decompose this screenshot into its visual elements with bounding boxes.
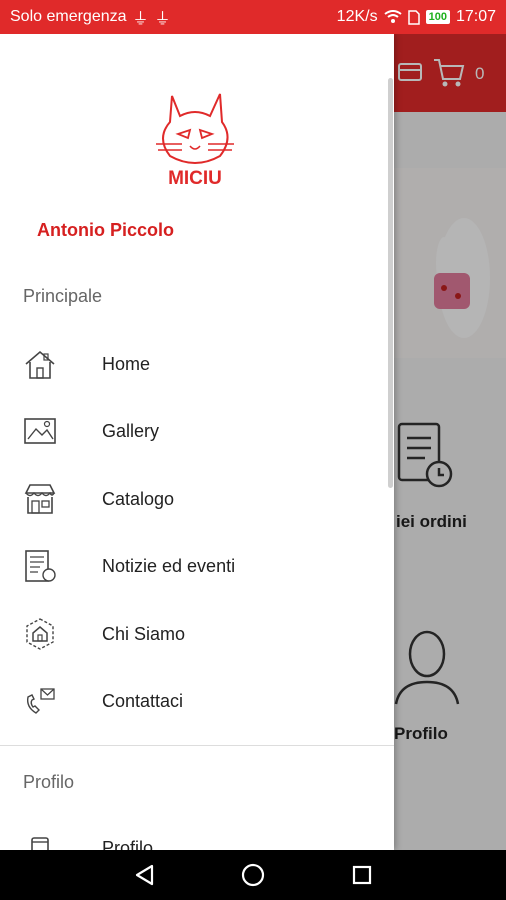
usb-icon: ⏚	[154, 11, 171, 28]
carrier-text: Solo emergenza	[10, 8, 127, 25]
miciu-logo: MICIU	[156, 93, 234, 188]
section-title-profilo: Profilo	[23, 772, 75, 792]
battery-icon: 100	[425, 10, 450, 24]
section-title-principale: Principale	[23, 286, 103, 306]
menu-label-home: Home	[102, 353, 151, 374]
menu-label-catalogo: Catalogo	[102, 488, 175, 509]
store-icon	[24, 484, 56, 514]
drawer-scrollbar[interactable]	[388, 78, 393, 488]
menu-label-contattaci: Contattaci	[102, 690, 184, 711]
navigation-bar	[0, 850, 506, 900]
recents-icon[interactable]	[351, 864, 373, 886]
menu-label-gallery: Gallery	[102, 420, 160, 441]
user-name: Antonio Piccolo	[37, 220, 174, 240]
section-divider	[0, 745, 394, 746]
menu-label-notizie: Notizie ed eventi	[102, 555, 236, 576]
news-icon	[25, 550, 56, 582]
clock: 17:07	[455, 8, 496, 25]
gallery-icon	[24, 418, 56, 444]
sim-icon	[407, 9, 420, 25]
menu-item-home[interactable]: Home	[0, 336, 394, 392]
menu-item-contattaci[interactable]: Contattaci	[0, 673, 394, 729]
menu-label-chi-siamo: Chi Siamo	[102, 623, 186, 644]
svg-text:MICIU: MICIU	[168, 168, 222, 188]
profile-icon	[31, 837, 49, 850]
menu-item-catalogo[interactable]: Catalogo	[0, 471, 394, 527]
contact-icon	[26, 688, 55, 714]
menu-item-profilo[interactable]: Profilo	[0, 820, 394, 850]
menu-item-gallery[interactable]: Gallery	[0, 403, 394, 459]
navigation-drawer: MICIU Antonio Piccolo Principale Home Ga…	[0, 34, 394, 850]
menu-label-profilo: Profilo	[102, 837, 154, 851]
status-bar: Solo emergenza ⏚ ⏚ 12K/s 100 17:07	[0, 0, 506, 34]
usb-icon: ⏚	[132, 11, 149, 28]
network-speed: 12K/s	[336, 8, 378, 25]
home-button-icon[interactable]	[240, 862, 266, 888]
menu-item-notizie-ed-eventi[interactable]: Notizie ed eventi	[0, 538, 394, 594]
home-icon	[25, 350, 55, 379]
wifi-icon	[383, 10, 402, 23]
about-icon	[26, 618, 54, 650]
back-icon[interactable]	[133, 863, 155, 887]
menu-item-chi-siamo[interactable]: Chi Siamo	[0, 606, 394, 662]
